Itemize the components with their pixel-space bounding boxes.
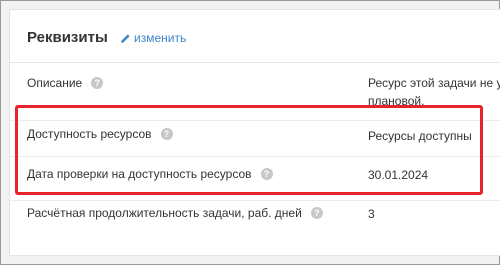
row-description: Описание ? Ресурс этой задачи не учтен п… <box>10 72 500 117</box>
row-value: 3 <box>368 207 375 221</box>
description-line-1: Ресурс этой задачи не учтен <box>368 76 500 90</box>
row-label-text: Доступность ресурсов <box>27 127 152 141</box>
row-estimated-duration: Расчётная продолжительность задачи, раб.… <box>10 204 500 234</box>
row-value: Ресурсы доступны <box>368 129 472 143</box>
help-icon[interactable]: ? <box>160 128 173 140</box>
row-check-date: Дата проверки на доступность ресурсов ? … <box>10 164 500 194</box>
help-icon[interactable]: ? <box>260 168 273 180</box>
card-header: Реквизиты изменить <box>10 10 500 63</box>
description-line-2: плановой. <box>368 94 425 108</box>
row-divider <box>10 156 500 157</box>
pencil-icon <box>120 33 131 44</box>
row-resource-availability: Доступность ресурсов ? Ресурсы доступны <box>10 123 500 153</box>
edit-link-label: изменить <box>134 31 187 45</box>
row-label-text: Расчётная продолжительность задачи, раб.… <box>27 206 302 220</box>
row-label: Дата проверки на доступность ресурсов ? <box>27 167 273 181</box>
help-icon[interactable]: ? <box>91 77 104 89</box>
row-label-text: Дата проверки на доступность ресурсов <box>27 167 252 181</box>
row-divider <box>10 120 500 121</box>
row-value: 30.01.2024 <box>368 168 429 182</box>
row-value: Ресурс этой задачи не учтен плановой. <box>368 74 500 110</box>
row-label: Описание ? <box>27 76 104 90</box>
row-label: Доступность ресурсов ? <box>27 127 173 141</box>
edit-link[interactable]: изменить <box>120 31 186 45</box>
requisites-card: Реквизиты изменить Описание ? Ресурс это… <box>9 9 500 256</box>
row-label-text: Описание <box>27 76 83 90</box>
window-frame: Реквизиты изменить Описание ? Ресурс это… <box>0 0 500 265</box>
help-icon[interactable]: ? <box>310 207 323 219</box>
card-title: Реквизиты <box>27 29 108 46</box>
row-divider <box>10 200 500 201</box>
row-label: Расчётная продолжительность задачи, раб.… <box>27 206 323 220</box>
